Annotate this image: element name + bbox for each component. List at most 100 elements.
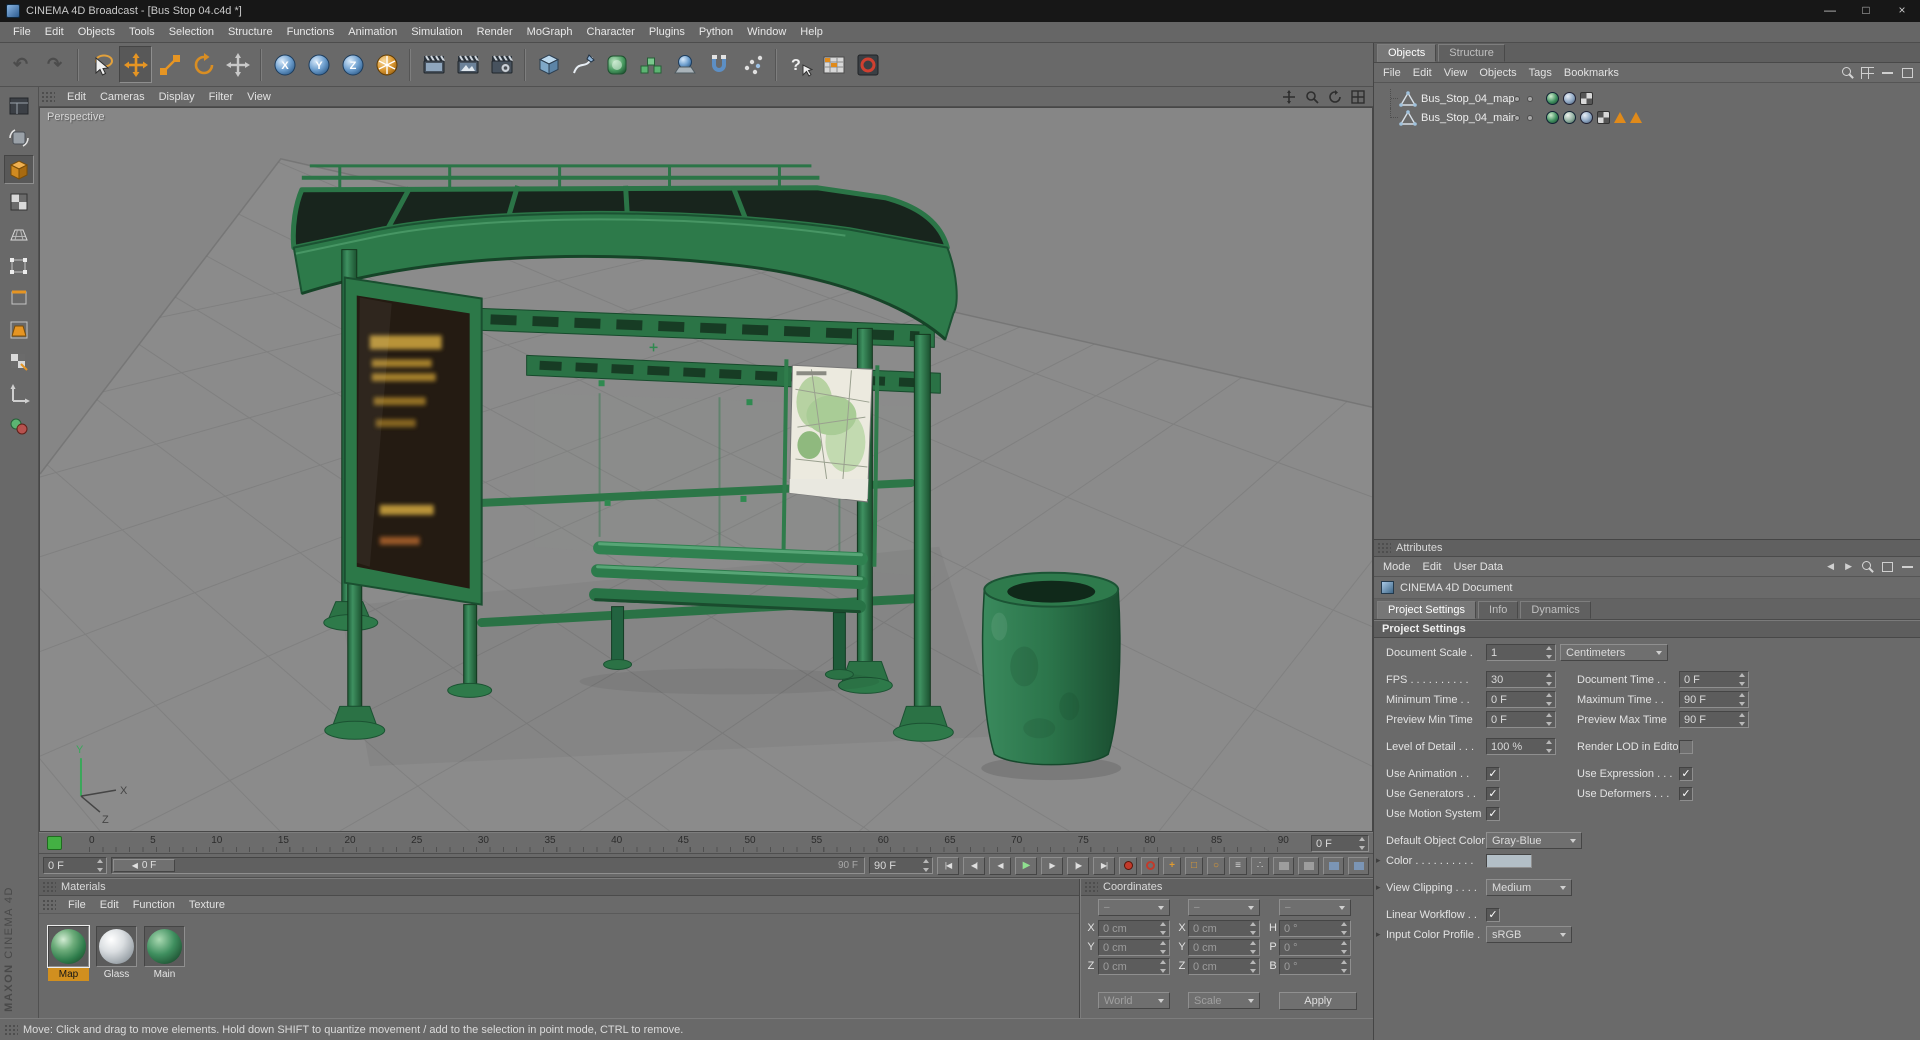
- render-visibility-dot[interactable]: [1527, 114, 1533, 121]
- uvw-tag-icon[interactable]: [1597, 111, 1610, 124]
- fps-field[interactable]: 30: [1486, 671, 1556, 688]
- menu-character[interactable]: Character: [580, 24, 642, 40]
- live-selection-button[interactable]: [85, 46, 118, 83]
- advertising-panel[interactable]: [343, 276, 483, 606]
- viewport-toggle-icon[interactable]: [1348, 89, 1368, 104]
- undo-button[interactable]: ↶: [4, 46, 37, 83]
- apply-button[interactable]: Apply: [1279, 992, 1357, 1010]
- view-clipping-dropdown[interactable]: Medium: [1486, 879, 1572, 896]
- phong-tag-icon[interactable]: [1580, 111, 1593, 124]
- rot-p-field[interactable]: 0 °: [1279, 939, 1351, 956]
- document-scale-field[interactable]: 1: [1486, 644, 1556, 661]
- materials-header[interactable]: Materials: [39, 879, 1079, 896]
- spinner-icon[interactable]: [1737, 672, 1748, 687]
- playback-options-button[interactable]: [1273, 856, 1294, 875]
- workplane-mode-button[interactable]: [4, 219, 34, 248]
- trash-bin[interactable]: [981, 571, 1122, 781]
- end-frame-field[interactable]: 90 F: [869, 857, 933, 874]
- menu-render[interactable]: Render: [470, 24, 520, 40]
- menu-animation[interactable]: Animation: [341, 24, 404, 40]
- mat-menu-function[interactable]: Function: [126, 898, 182, 912]
- model-mode-button[interactable]: [4, 155, 34, 184]
- current-frame-marker[interactable]: [47, 836, 62, 850]
- render-lod-checkbox[interactable]: [1679, 740, 1693, 754]
- om-menu-edit[interactable]: Edit: [1407, 66, 1438, 80]
- history-forward-icon[interactable]: ▶: [1842, 561, 1855, 572]
- viewport-perspective[interactable]: Y X Z Perspective: [39, 107, 1373, 832]
- position-mode-dropdown[interactable]: –: [1098, 899, 1170, 916]
- om-menu-view[interactable]: View: [1438, 66, 1474, 80]
- material-item-main[interactable]: Main: [144, 926, 185, 981]
- tab-objects[interactable]: Objects: [1377, 44, 1437, 62]
- timeline-ruler[interactable]: 0 5 10 15 20 25 30 35 40 45 50 55 60 65 70 75 80 85 …: [39, 832, 1373, 854]
- coordinates-header[interactable]: Coordinates: [1081, 879, 1373, 896]
- polygons-mode-button[interactable]: [4, 315, 34, 344]
- size-x-field[interactable]: 0 cm: [1188, 920, 1260, 937]
- tab-info[interactable]: Info: [1478, 601, 1519, 619]
- size-y-field[interactable]: 0 cm: [1188, 939, 1260, 956]
- display-tag-icon[interactable]: [1630, 112, 1642, 123]
- pos-x-field[interactable]: 0 cm: [1098, 920, 1170, 937]
- minimum-time-field[interactable]: 0 F: [1486, 691, 1556, 708]
- om-menu-tags[interactable]: Tags: [1523, 66, 1558, 80]
- menu-help[interactable]: Help: [793, 24, 830, 40]
- panel-grip[interactable]: [41, 90, 55, 103]
- keyframe-selection-button[interactable]: [1298, 856, 1319, 875]
- attr-menu-mode[interactable]: Mode: [1377, 560, 1417, 574]
- render-picture-viewer-button[interactable]: [451, 46, 484, 83]
- goto-start-button[interactable]: |◀: [937, 856, 959, 875]
- use-motion-system-checkbox[interactable]: ✓: [1486, 807, 1500, 821]
- lock-x-axis-button[interactable]: X: [268, 46, 301, 83]
- panel-grip[interactable]: [4, 1023, 18, 1036]
- search-icon[interactable]: [1840, 66, 1855, 80]
- texture-axis-mode-button[interactable]: [4, 347, 34, 376]
- next-key-button[interactable]: |▶: [1067, 856, 1089, 875]
- panel-grip[interactable]: [42, 881, 56, 893]
- record-position-button[interactable]: +: [1163, 856, 1181, 875]
- collapse-icon[interactable]: [1880, 66, 1895, 80]
- layout-manager-button[interactable]: [4, 91, 34, 120]
- viewport-pan-icon[interactable]: [1279, 89, 1299, 104]
- menu-functions[interactable]: Functions: [280, 24, 342, 40]
- snap-settings-button[interactable]: [4, 411, 34, 440]
- add-cube-button[interactable]: [532, 46, 565, 83]
- expand-caret-icon[interactable]: ▸: [1376, 929, 1381, 940]
- add-mograph-button[interactable]: [634, 46, 667, 83]
- move-tool-button[interactable]: [119, 46, 152, 83]
- add-spline-button[interactable]: [566, 46, 599, 83]
- material-thumbnail[interactable]: [47, 925, 90, 968]
- record-rotation-button[interactable]: ○: [1207, 856, 1225, 875]
- expand-caret-icon[interactable]: ▸: [1376, 882, 1381, 893]
- spinner-icon[interactable]: [1544, 692, 1555, 707]
- play-button[interactable]: ▶: [1015, 856, 1037, 875]
- maximum-time-field[interactable]: 90 F: [1679, 691, 1749, 708]
- convert-object-button[interactable]: [4, 123, 34, 152]
- current-frame-field[interactable]: 0 F: [43, 857, 107, 874]
- edges-mode-button[interactable]: [4, 283, 34, 312]
- menu-tools[interactable]: Tools: [122, 24, 162, 40]
- visibility-toggles[interactable]: [1514, 95, 1533, 102]
- object-row-map[interactable]: Bus_Stop_04_map: [1374, 89, 1920, 108]
- menu-selection[interactable]: Selection: [162, 24, 221, 40]
- redo-button[interactable]: ↷: [38, 46, 71, 83]
- last-used-tool-button[interactable]: [221, 46, 254, 83]
- attr-search-icon[interactable]: [1860, 560, 1875, 574]
- attributes-header[interactable]: Attributes: [1374, 540, 1920, 557]
- color-swatch[interactable]: [1486, 854, 1532, 868]
- preview-range-slider[interactable]: ◀ 0 F 90 F: [111, 857, 865, 874]
- attr-menu-user-data[interactable]: User Data: [1448, 560, 1510, 574]
- editor-visibility-dot[interactable]: [1514, 95, 1520, 102]
- interactive-render-region-button[interactable]: [851, 46, 884, 83]
- spinner-icon[interactable]: [1544, 739, 1555, 754]
- mat-menu-edit[interactable]: Edit: [93, 898, 126, 912]
- lock-z-axis-button[interactable]: Z: [336, 46, 369, 83]
- add-environment-button[interactable]: [668, 46, 701, 83]
- rot-b-field[interactable]: 0 °: [1279, 958, 1351, 975]
- spinner-icon[interactable]: [1544, 645, 1555, 660]
- vp-menu-cameras[interactable]: Cameras: [93, 90, 152, 104]
- previous-frame-button[interactable]: ◀: [989, 856, 1011, 875]
- points-mode-button[interactable]: [4, 251, 34, 280]
- spinner-icon[interactable]: [1544, 672, 1555, 687]
- preview-min-time-field[interactable]: 0 F: [1486, 711, 1556, 728]
- editor-visibility-dot[interactable]: [1514, 114, 1520, 121]
